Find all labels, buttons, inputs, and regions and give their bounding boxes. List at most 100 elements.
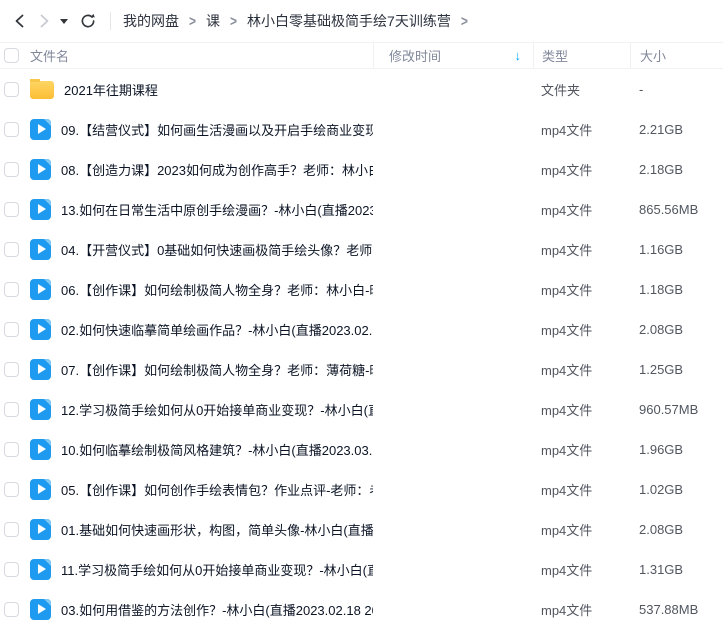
select-all-checkbox[interactable] [4,48,19,63]
video-file-icon [30,559,51,580]
table-row[interactable]: 11.学习极简手绘如何从0开始接单商业变现？-林小白(直... mp4文件 1.… [0,549,723,589]
breadcrumb-separator-icon: > [189,13,196,30]
file-name[interactable]: 03.如何用借鉴的方法创作？-林小白(直播2023.02.18 20.... [61,600,373,619]
file-type: 文件夹 [533,80,630,99]
file-name[interactable]: 08.【创造力课】2023如何成为创作高手？老师：林小白-... [61,160,373,179]
row-checkbox[interactable] [4,162,19,177]
video-file-icon [30,519,51,540]
file-type: mp4文件 [533,120,630,139]
table-row[interactable]: 2021年往期课程 文件夹 - [0,69,723,109]
file-type: mp4文件 [533,160,630,179]
table-row[interactable]: 10.如何临摹绘制极简风格建筑？-林小白(直播2023.03.11... mp4… [0,429,723,469]
table-row[interactable]: 06.【创作课】如何绘制极简人物全身？老师：林小白-晚8... mp4文件 1.… [0,269,723,309]
video-file-icon [30,239,51,260]
file-name[interactable]: 2021年往期课程 [64,80,158,99]
file-type: mp4文件 [533,520,630,539]
file-size: 1.96GB [630,442,723,457]
row-checkbox[interactable] [4,482,19,497]
file-type: mp4文件 [533,440,630,459]
file-type: mp4文件 [533,400,630,419]
table-row[interactable]: 02.如何快速临摹简单绘画作品？-林小白(直播2023.02.11... mp4… [0,309,723,349]
row-checkbox[interactable] [4,322,19,337]
video-file-icon [30,599,51,620]
file-size: 1.18GB [630,282,723,297]
breadcrumb-item[interactable]: 我的网盘 [123,11,179,31]
sort-desc-icon[interactable]: ↓ [515,48,522,63]
table-row[interactable]: 09.【结营仪式】如何画生活漫画以及开启手绘商业变现？ ... mp4文件 2.… [0,109,723,149]
row-checkbox[interactable] [4,562,19,577]
refresh-icon [79,12,97,30]
video-file-icon [30,479,51,500]
row-checkbox[interactable] [4,362,19,377]
file-type: mp4文件 [533,600,630,619]
video-file-icon [30,319,51,340]
file-size: 1.16GB [630,242,723,257]
file-name[interactable]: 06.【创作课】如何绘制极简人物全身？老师：林小白-晚8... [61,280,373,299]
file-size: 1.31GB [630,562,723,577]
header-name[interactable]: 文件名 [30,46,373,65]
file-size: 1.25GB [630,362,723,377]
table-row[interactable]: 12.学习极简手绘如何从0开始接单商业变现？-林小白(直... mp4文件 96… [0,389,723,429]
file-size: 865.56MB [630,202,723,217]
table-row[interactable]: 01.基础如何快速画形状，构图，简单头像-林小白(直播20... mp4文件 2… [0,509,723,549]
file-name[interactable]: 02.如何快速临摹简单绘画作品？-林小白(直播2023.02.11... [61,320,373,339]
file-type: mp4文件 [533,280,630,299]
file-name[interactable]: 12.学习极简手绘如何从0开始接单商业变现？-林小白(直... [61,400,373,419]
table-row[interactable]: 03.如何用借鉴的方法创作？-林小白(直播2023.02.18 20.... m… [0,589,723,629]
forward-button[interactable] [32,9,56,33]
breadcrumb-separator-icon: > [461,13,468,30]
file-name[interactable]: 09.【结营仪式】如何画生活漫画以及开启手绘商业变现？ ... [61,120,373,139]
file-size: - [630,82,723,97]
toolbar-divider [110,12,111,30]
table-row[interactable]: 04.【开营仪式】0基础如何快速画极简手绘头像？老师：... mp4文件 1.1… [0,229,723,269]
table-row[interactable]: 08.【创造力课】2023如何成为创作高手？老师：林小白-... mp4文件 2… [0,149,723,189]
file-type: mp4文件 [533,360,630,379]
row-checkbox[interactable] [4,522,19,537]
file-type: mp4文件 [533,200,630,219]
video-file-icon [30,199,51,220]
breadcrumb-item[interactable]: 林小白零基础极简手绘7天训练营 [247,11,451,31]
header-size[interactable]: 大小 [630,43,723,68]
file-name[interactable]: 13.如何在日常生活中原创手绘漫画？-林小白(直播2023.0... [61,200,373,219]
back-button[interactable] [8,9,32,33]
row-checkbox[interactable] [4,602,19,617]
refresh-button[interactable] [76,9,100,33]
file-size: 537.88MB [630,602,723,617]
table-row[interactable]: 13.如何在日常生活中原创手绘漫画？-林小白(直播2023.0... mp4文件… [0,189,723,229]
row-checkbox[interactable] [4,402,19,417]
history-dropdown-button[interactable] [56,9,72,33]
table-header: 文件名 修改时间 ↓ 类型 大小 [0,42,723,69]
file-name[interactable]: 07.【创作课】如何绘制极简人物全身？老师：薄荷糖-晚8... [61,360,373,379]
file-type: mp4文件 [533,240,630,259]
table-row[interactable]: 05.【创作课】如何创作手绘表情包？作业点评-老师：老... mp4文件 1.0… [0,469,723,509]
file-list: 2021年往期课程 文件夹 - 09.【结营仪式】如何画生活漫画以及开启手绘商业… [0,69,723,629]
file-type: mp4文件 [533,560,630,579]
breadcrumb-item[interactable]: 课 [206,11,220,31]
file-name[interactable]: 01.基础如何快速画形状，构图，简单头像-林小白(直播20... [61,520,373,539]
header-checkbox-cell [0,48,30,63]
file-type: mp4文件 [533,320,630,339]
file-size: 2.21GB [630,122,723,137]
file-size: 2.08GB [630,522,723,537]
table-row[interactable]: 07.【创作课】如何绘制极简人物全身？老师：薄荷糖-晚8... mp4文件 1.… [0,349,723,389]
header-time[interactable]: 修改时间 ↓ [373,43,533,68]
video-file-icon [30,279,51,300]
toolbar: 我的网盘>课>林小白零基础极简手绘7天训练营> [0,0,723,42]
row-checkbox[interactable] [4,442,19,457]
header-type[interactable]: 类型 [533,43,630,68]
file-size: 2.18GB [630,162,723,177]
video-file-icon [30,119,51,140]
row-checkbox[interactable] [4,82,19,97]
file-name[interactable]: 10.如何临摹绘制极简风格建筑？-林小白(直播2023.03.11... [61,440,373,459]
file-name[interactable]: 11.学习极简手绘如何从0开始接单商业变现？-林小白(直... [61,560,373,579]
breadcrumb: 我的网盘>课>林小白零基础极简手绘7天训练营> [123,11,478,31]
file-name[interactable]: 04.【开营仪式】0基础如何快速画极简手绘头像？老师：... [61,240,373,259]
file-name[interactable]: 05.【创作课】如何创作手绘表情包？作业点评-老师：老... [61,480,373,499]
row-checkbox[interactable] [4,122,19,137]
row-checkbox[interactable] [4,202,19,217]
row-checkbox[interactable] [4,242,19,257]
row-checkbox[interactable] [4,282,19,297]
video-file-icon [30,359,51,380]
video-file-icon [30,399,51,420]
video-file-icon [30,439,51,460]
